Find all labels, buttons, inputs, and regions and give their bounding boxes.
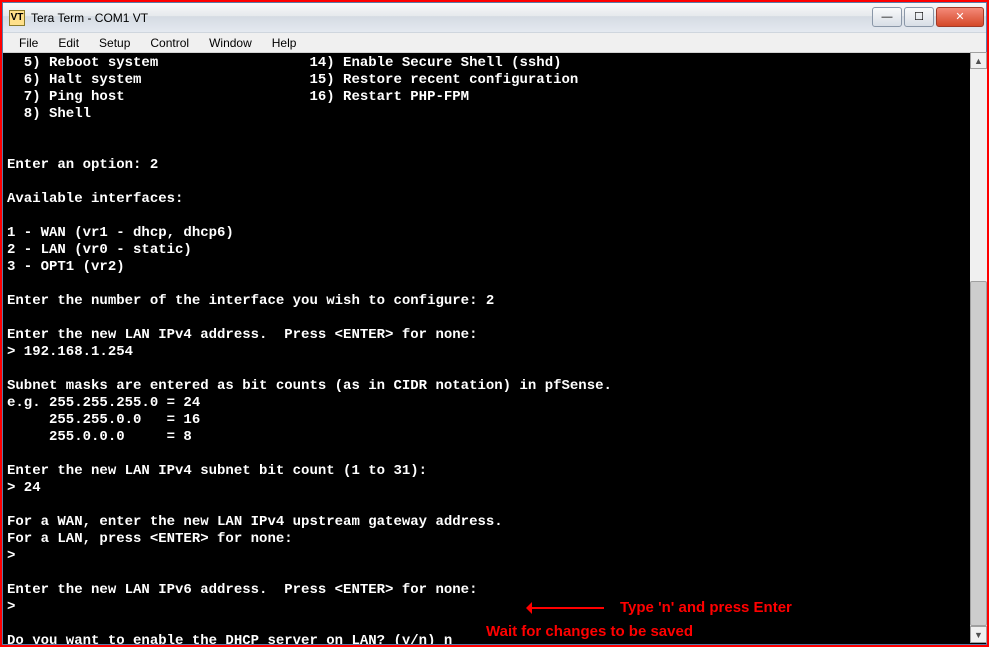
scroll-up-button[interactable]: ▲ — [970, 52, 987, 69]
menu-edit[interactable]: Edit — [48, 34, 89, 52]
titlebar[interactable]: VT Tera Term - COM1 VT — ☐ ✕ — [3, 3, 986, 33]
terminal-line: Do you want to enable the DHCP server on… — [7, 633, 452, 644]
terminal-line: 8) Shell — [7, 106, 91, 122]
menu-window[interactable]: Window — [199, 34, 262, 52]
annotation-type-n: Type 'n' and press Enter — [532, 599, 972, 616]
app-icon: VT — [9, 10, 25, 26]
menu-control[interactable]: Control — [140, 34, 199, 52]
terminal-line: 7) Ping host 16) Restart PHP-FPM — [7, 89, 469, 105]
menu-help[interactable]: Help — [262, 34, 307, 52]
terminal-line: 255.0.0.0 = 8 — [7, 429, 192, 445]
menu-file[interactable]: File — [9, 34, 48, 52]
terminal-line: 1 - WAN (vr1 - dhcp, dhcp6) — [7, 225, 234, 241]
annotation-wait: Wait for changes to be saved — [486, 623, 693, 640]
terminal-line: Enter the new LAN IPv4 subnet bit count … — [7, 463, 427, 479]
arrow-left-icon — [532, 607, 604, 609]
terminal-line: 255.255.0.0 = 16 — [7, 412, 200, 428]
terminal-line: > — [7, 599, 15, 615]
terminal-line: 6) Halt system 15) Restore recent config… — [7, 72, 578, 88]
terminal-line: Enter an option: 2 — [7, 157, 158, 173]
minimize-button[interactable]: — — [872, 7, 902, 27]
terminal-line: > 192.168.1.254 — [7, 344, 133, 360]
window-buttons: — ☐ ✕ — [870, 7, 984, 29]
terminal-line: 5) Reboot system 14) Enable Secure Shell… — [7, 55, 562, 71]
menu-setup[interactable]: Setup — [89, 34, 140, 52]
terminal-line: For a LAN, press <ENTER> for none: — [7, 531, 293, 547]
scroll-down-button[interactable]: ▼ — [970, 626, 987, 643]
scrollbar[interactable]: ▲ ▼ — [970, 52, 987, 643]
terminal-line: Available interfaces: — [7, 191, 183, 207]
terminal-line: 2 - LAN (vr0 - static) — [7, 242, 192, 258]
terminal[interactable]: 5) Reboot system 14) Enable Secure Shell… — [3, 53, 986, 644]
menubar: File Edit Setup Control Window Help — [3, 33, 986, 53]
scroll-thumb[interactable] — [970, 281, 987, 626]
maximize-button[interactable]: ☐ — [904, 7, 934, 27]
terminal-line: Enter the new LAN IPv6 address. Press <E… — [7, 582, 477, 598]
terminal-line: > 24 — [7, 480, 41, 496]
annotation-text: Type 'n' and press Enter — [620, 599, 792, 616]
terminal-line: Enter the new LAN IPv4 address. Press <E… — [7, 327, 477, 343]
terminal-line: e.g. 255.255.255.0 = 24 — [7, 395, 200, 411]
close-button[interactable]: ✕ — [936, 7, 984, 27]
terminal-line: Subnet masks are entered as bit counts (… — [7, 378, 612, 394]
window-title: Tera Term - COM1 VT — [31, 11, 870, 25]
terminal-line: > — [7, 548, 15, 564]
terminal-line: Enter the number of the interface you wi… — [7, 293, 494, 309]
app-window: VT Tera Term - COM1 VT — ☐ ✕ File Edit S… — [2, 2, 987, 645]
terminal-line: 3 - OPT1 (vr2) — [7, 259, 125, 275]
scroll-track[interactable] — [970, 69, 987, 626]
terminal-line: For a WAN, enter the new LAN IPv4 upstre… — [7, 514, 503, 530]
